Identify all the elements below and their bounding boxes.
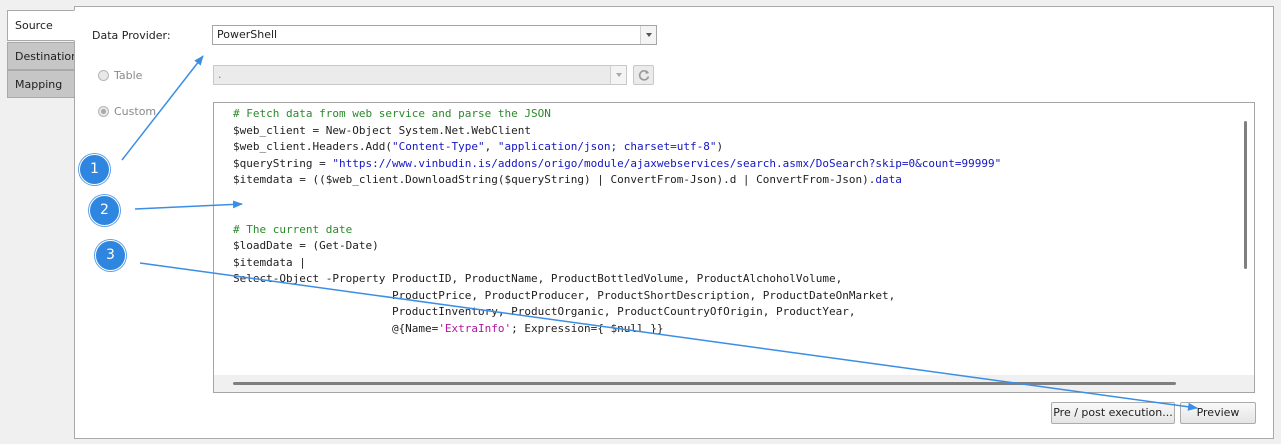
table-radio[interactable] (98, 70, 109, 81)
data-provider-select[interactable]: PowerShell (212, 25, 657, 45)
tab-mapping-label: Mapping (15, 78, 63, 91)
code-line[interactable]: # Fetch data from web service and parse … (233, 106, 1001, 123)
table-select[interactable]: . (213, 65, 627, 85)
script-editor[interactable]: # Fetch data from web service and parse … (213, 102, 1255, 393)
code-line[interactable]: @{Name='ExtraInfo'; Expression={ $null }… (233, 321, 1001, 338)
horizontal-scroll-thumb[interactable] (233, 382, 1176, 385)
custom-option[interactable]: Custom (98, 105, 156, 118)
script-code[interactable]: # Fetch data from web service and parse … (233, 106, 1001, 337)
tab-source[interactable]: Source (7, 10, 75, 41)
code-line[interactable]: ProductPrice, ProductProducer, ProductSh… (233, 288, 1001, 305)
pre-post-execution-button[interactable]: Pre / post execution... (1051, 402, 1175, 424)
code-line[interactable]: $web_client = New-Object System.Net.WebC… (233, 123, 1001, 140)
chevron-down-icon[interactable] (640, 26, 656, 44)
horizontal-scrollbar[interactable] (214, 375, 1254, 392)
code-line[interactable]: Select-Object -Property ProductID, Produ… (233, 271, 1001, 288)
tab-destination-label: Destination (15, 50, 79, 63)
table-option-label: Table (114, 69, 143, 82)
code-line[interactable]: $loadDate = (Get-Date) (233, 238, 1001, 255)
callout-badge-3: 3 (95, 240, 126, 271)
refresh-icon[interactable] (633, 65, 654, 85)
table-select-value: . (218, 68, 222, 81)
custom-option-label: Custom (114, 105, 157, 118)
code-line[interactable]: $itemdata | (233, 255, 1001, 272)
tab-mapping[interactable]: Mapping (7, 70, 75, 98)
scrollbar-corner (1237, 375, 1254, 392)
table-option[interactable]: Table (98, 69, 142, 82)
vertical-scroll-thumb[interactable] (1244, 121, 1247, 269)
data-provider-label: Data Provider: (92, 29, 171, 42)
code-line[interactable]: ProductInventory, ProductOrganic, Produc… (233, 304, 1001, 321)
vertical-scrollbar[interactable] (1237, 103, 1254, 375)
callout-badge-2: 2 (89, 195, 120, 226)
callout-badge-1: 1 (79, 154, 110, 185)
tab-source-label: Source (15, 19, 53, 32)
code-line[interactable]: $web_client.Headers.Add("Content-Type", … (233, 139, 1001, 156)
chevron-down-icon[interactable] (610, 66, 626, 84)
code-line[interactable] (233, 189, 1001, 206)
code-line[interactable]: $queryString = "https://www.vinbudin.is/… (233, 156, 1001, 173)
custom-radio[interactable] (98, 106, 109, 117)
data-provider-value: PowerShell (217, 28, 278, 41)
tab-destination[interactable]: Destination (7, 42, 79, 70)
preview-button[interactable]: Preview (1180, 402, 1256, 424)
code-line[interactable]: $itemdata = (($web_client.DownloadString… (233, 172, 1001, 189)
code-line[interactable]: # The current date (233, 222, 1001, 239)
code-line[interactable] (233, 205, 1001, 222)
